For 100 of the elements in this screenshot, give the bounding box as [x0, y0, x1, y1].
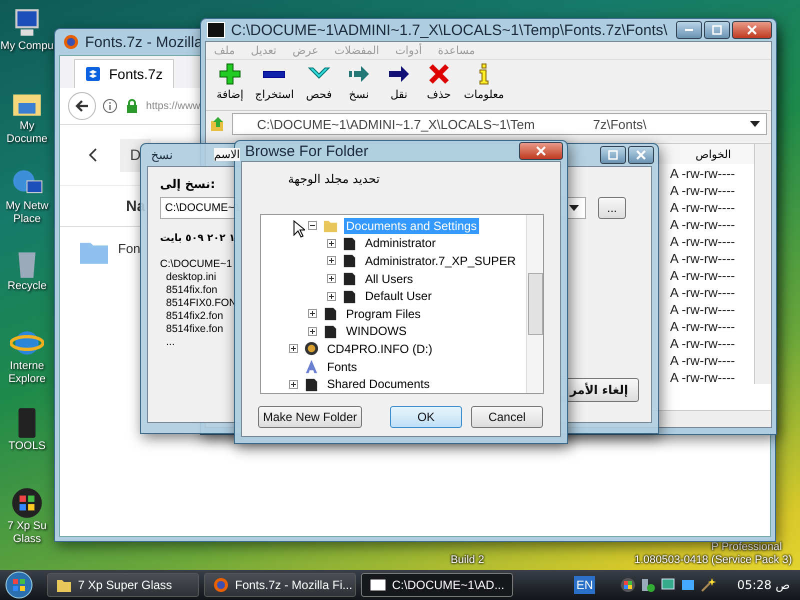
wand-icon[interactable]	[700, 577, 716, 593]
dialog-button[interactable]: Cancel	[471, 406, 543, 428]
tree-item[interactable]: WINDOWS	[344, 323, 409, 340]
close-icon	[635, 149, 647, 161]
taskbar-button[interactable]: Fonts.7z - Mozilla Fi...	[204, 573, 356, 597]
close-button[interactable]	[519, 142, 563, 160]
back-button[interactable]	[68, 92, 96, 120]
maximize-button[interactable]	[704, 21, 730, 39]
windows-orb-icon[interactable]	[10, 486, 44, 520]
expand-icon[interactable]	[327, 238, 336, 248]
file-path: 8514fix2.fon	[165, 310, 224, 323]
tree-item[interactable]: Administrator	[363, 235, 438, 252]
dropdown-arrow-icon[interactable]	[569, 205, 579, 211]
expand-icon[interactable]	[289, 380, 298, 389]
attributes-cell: A -rw-rw----	[670, 251, 735, 268]
desktop-icon-label[interactable]: My Docume	[0, 120, 54, 146]
address-field[interactable]: https://www	[146, 100, 200, 112]
close-button[interactable]	[732, 21, 772, 39]
arrow-left-icon	[74, 98, 90, 114]
maximize-button[interactable]	[600, 146, 626, 164]
box-icon	[85, 66, 101, 82]
toolbar-button[interactable]: حذف	[420, 62, 457, 108]
attributes-cell: A -rw-rw----	[670, 268, 735, 285]
disc-icon	[304, 341, 319, 356]
start-button[interactable]	[4, 570, 34, 600]
dropdown-arrow-icon[interactable]	[750, 121, 760, 127]
tree-item[interactable]: Program Files	[344, 306, 423, 322]
taskbar-button[interactable]: 7 Xp Super Glass	[47, 573, 199, 597]
attributes-cell: A -rw-rw----	[670, 166, 735, 183]
file-name[interactable]: Fon	[118, 241, 140, 256]
expand-icon[interactable]	[308, 309, 317, 318]
expand-icon[interactable]	[289, 344, 298, 354]
prompt-text: تحديد مجلد الوجهة	[288, 172, 381, 186]
tree-item[interactable]: Shared Documents	[325, 376, 432, 392]
mouse-cursor-icon	[293, 220, 305, 238]
toolbar-button[interactable]: نسخ	[340, 62, 377, 108]
tree-item[interactable]: Administrator.7_XP_SUPER	[363, 252, 518, 269]
minus-icon	[263, 71, 286, 78]
toolbar-button[interactable]: استخراج	[252, 62, 297, 108]
desktop-icon-label[interactable]: My Compu	[0, 40, 54, 53]
app-icon	[207, 22, 225, 38]
close-icon	[746, 24, 758, 36]
app-icon	[370, 577, 386, 593]
desktop-icon-label[interactable]: Recycle	[0, 280, 54, 293]
language-indicator[interactable]: EN	[574, 576, 596, 594]
chevron-left-icon[interactable]	[88, 147, 98, 163]
taskbar-button[interactable]: C:\DOCUME~1\AD...	[361, 573, 513, 597]
windows-flag-icon[interactable]	[620, 577, 636, 593]
close-icon	[426, 62, 451, 86]
collapse-icon[interactable]	[308, 221, 317, 230]
build-text: 1.080503-0418 (Service Pack 3)	[634, 554, 792, 567]
attributes-cell: A -rw-rw----	[670, 370, 735, 387]
browser-tab[interactable]: Fonts.7z	[74, 59, 174, 88]
window-title: Browse For Folder	[245, 142, 368, 160]
folder-up-icon[interactable]	[210, 116, 226, 132]
column-header[interactable]: الخواص	[695, 148, 731, 160]
close-icon	[535, 145, 547, 157]
browse-button[interactable]: ...	[598, 197, 626, 219]
file-path: 8514fixe.fon	[165, 323, 224, 336]
attributes-cell: A -rw-rw----	[670, 285, 735, 302]
toolbar-button[interactable]: معلومات	[460, 62, 508, 108]
file-path: ...	[165, 336, 175, 349]
desktop-icon-label[interactable]: My Netw Place	[0, 200, 54, 226]
expand-icon[interactable]	[308, 326, 317, 336]
attributes-cell: A -rw-rw----	[670, 336, 735, 353]
scrollbar[interactable]	[526, 215, 543, 393]
attributes-cell: A -rw-rw----	[670, 183, 735, 200]
window-icon[interactable]	[680, 577, 696, 593]
close-button[interactable]	[628, 146, 654, 164]
window-title: نسخ	[151, 148, 173, 162]
minimize-button[interactable]	[676, 21, 702, 39]
toolbar-button[interactable]: نقل	[380, 62, 417, 108]
tree-item[interactable]: Fonts	[325, 358, 360, 375]
desktop-icon-label[interactable]: Interne Explore	[0, 360, 54, 386]
expand-icon[interactable]	[327, 274, 336, 284]
expand-icon[interactable]	[327, 292, 336, 301]
column-header[interactable]: الاسم	[214, 148, 240, 160]
attributes-cell: A -rw-rw----	[670, 302, 735, 319]
expand-icon[interactable]	[327, 256, 336, 266]
info-icon[interactable]	[102, 98, 118, 114]
path-field[interactable]: C:\DOCUME~1\ADMINI~1.7_X\LOCALS~1\Tem 7z\Fonts\	[232, 113, 767, 135]
window-title: C:\DOCUME~1\ADMINI~1.7_X\LOCALS~1\Temp\Fonts.7z\Fonts\	[231, 22, 668, 38]
desktop-icon-label[interactable]: TOOLS	[0, 440, 54, 453]
tree-item[interactable]: All Users	[363, 270, 416, 287]
browser-icon	[213, 577, 229, 593]
maximize-icon	[607, 149, 619, 161]
file-path: desktop.ini	[165, 271, 216, 284]
scrollbar[interactable]	[754, 144, 771, 384]
minimize-icon	[685, 29, 693, 31]
build-text: Build 2	[450, 554, 484, 567]
tree-item[interactable]: Default User	[363, 288, 434, 304]
attributes-cell: A -rw-rw----	[670, 217, 735, 234]
dialog-button[interactable]: Make New Folder	[258, 406, 362, 428]
attributes-cell: A -rw-rw----	[670, 319, 735, 336]
attributes-cell: A -rw-rw----	[670, 353, 735, 370]
clock[interactable]: 05:28 ص	[737, 578, 790, 592]
toolbar-button[interactable]: فحص	[300, 62, 337, 108]
dialog-button[interactable]: OK	[390, 406, 462, 428]
toolbar-button[interactable]: إضافة	[212, 62, 248, 108]
tree-item[interactable]: CD4PRO.INFO (D:)	[325, 340, 434, 357]
